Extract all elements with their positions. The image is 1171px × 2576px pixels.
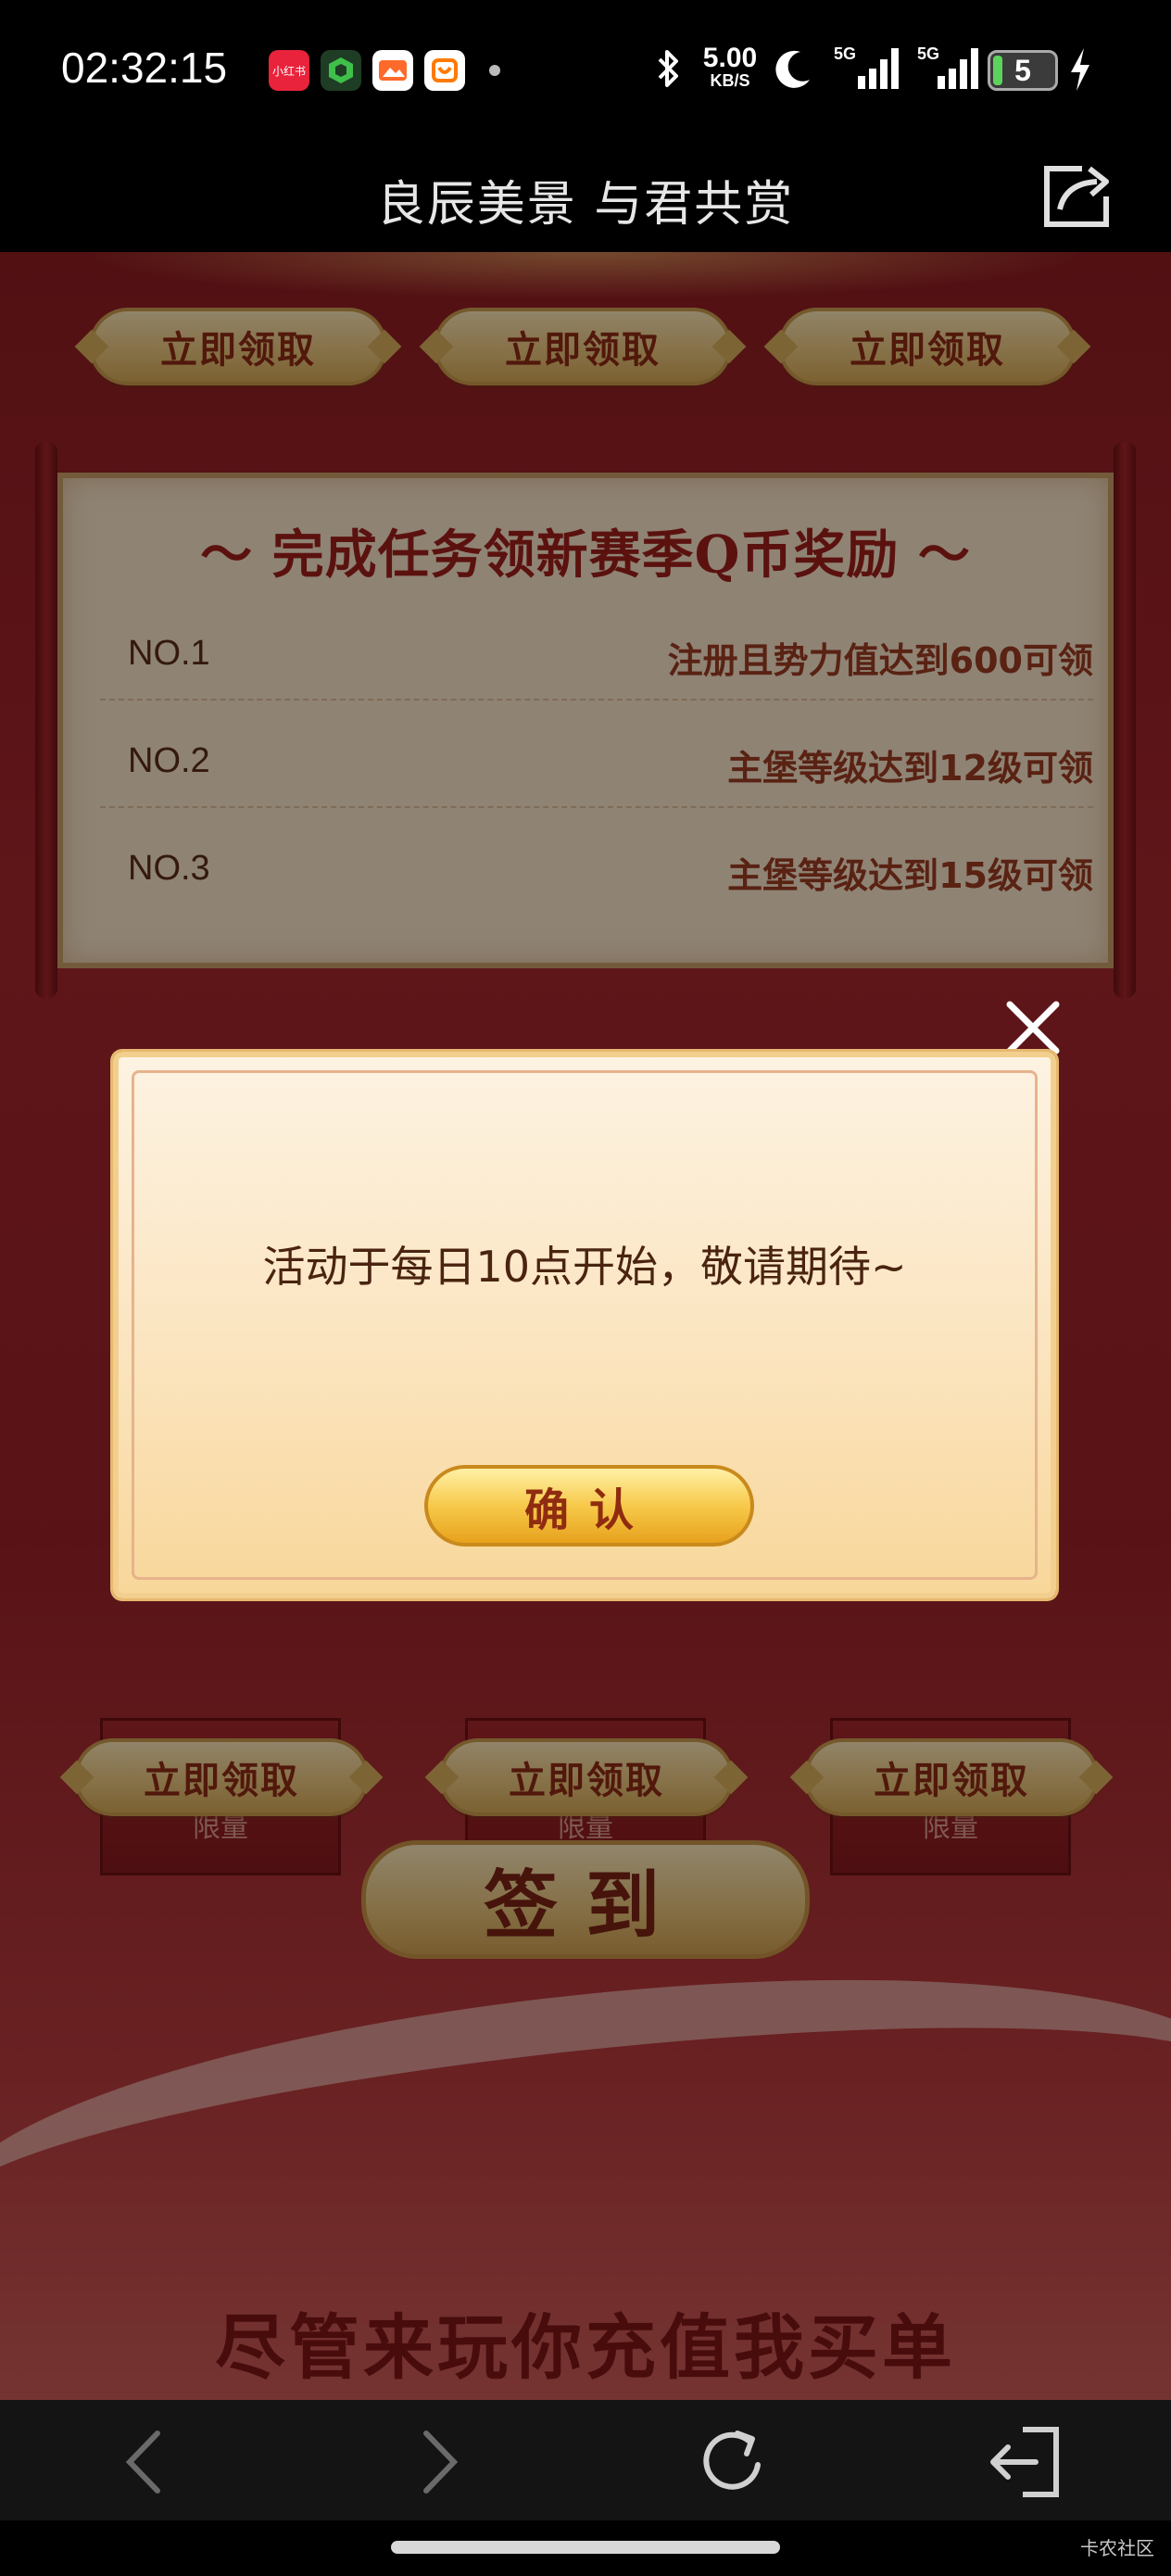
green-hexagon-app-icon: [321, 50, 361, 91]
signal-type-1: 5G: [834, 44, 857, 63]
xiaohongshu-icon: 小红书: [269, 50, 309, 91]
xiaohongshu-icon-label: 小红书: [271, 64, 306, 78]
moon-icon: [775, 50, 810, 88]
signal-icon-1: 5G: [834, 44, 908, 93]
chevron-right-icon: [423, 2431, 459, 2494]
refresh-button[interactable]: [691, 2420, 774, 2504]
gesture-area: 卡农社区: [0, 2520, 1171, 2576]
exit-button[interactable]: [982, 2420, 1065, 2504]
share-icon: [1044, 166, 1109, 227]
title-bar: 良辰美景 与君共赏: [0, 139, 1171, 252]
network-speed: 5.00 KB/S: [697, 43, 763, 90]
network-speed-value: 5.00: [702, 43, 758, 73]
watermark: 卡农社区: [1080, 2537, 1154, 2559]
orange-basket-app-icon: [424, 50, 465, 91]
status-bar: 02:32:15 小红书 5.00 KB/S 5G 5G 5: [0, 0, 1171, 139]
battery-level: 5: [1014, 54, 1031, 87]
bluetooth-icon: [658, 50, 678, 87]
status-time: 02:32:15: [61, 44, 228, 92]
charging-icon: [1071, 48, 1089, 91]
close-icon: [1006, 1001, 1060, 1054]
battery-indicator: 5: [988, 50, 1058, 91]
dialog-message: 活动于每日10点开始，敬请期待~: [262, 1242, 907, 1292]
exit-icon: [990, 2427, 1059, 2497]
share-button[interactable]: [1038, 156, 1115, 234]
confirm-button[interactable]: 确认: [424, 1465, 754, 1547]
notice-dialog: 活动于每日10点开始，敬请期待~ 确认: [113, 1052, 1056, 1598]
back-button[interactable]: [104, 2420, 187, 2504]
forward-button[interactable]: [397, 2420, 480, 2504]
page-title: 良辰美景 与君共赏: [376, 177, 795, 233]
refresh-icon: [703, 2431, 761, 2490]
browser-nav-bar: [0, 2400, 1171, 2520]
chevron-left-icon: [125, 2431, 160, 2494]
network-speed-unit: KB/S: [710, 71, 750, 90]
home-gesture-bar[interactable]: [391, 2541, 780, 2554]
dialog-close-button[interactable]: [1001, 995, 1065, 1060]
signal-icon-2: 5G: [917, 44, 991, 93]
orange-app-icon: [372, 50, 413, 91]
notification-dot: [489, 65, 500, 76]
